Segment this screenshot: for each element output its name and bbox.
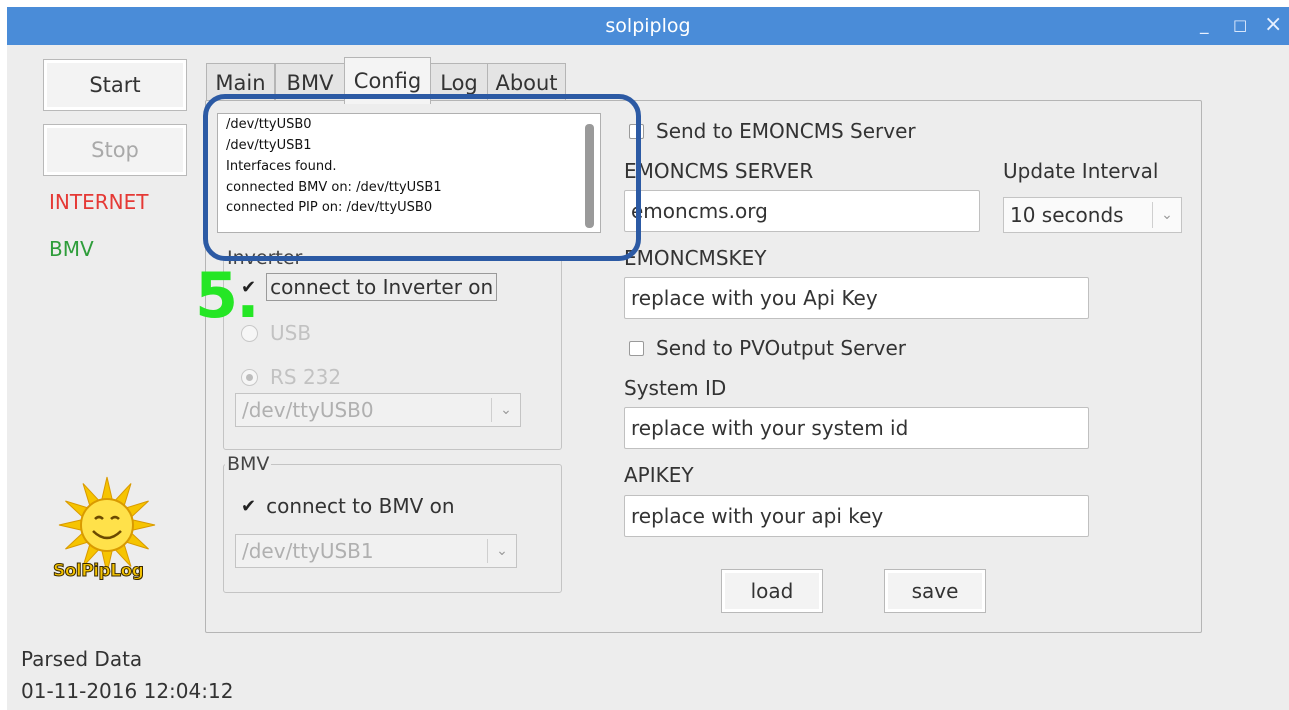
internet-status: INTERNET [49, 190, 149, 214]
log-line: Interfaces found. [226, 159, 337, 174]
chevron-down-icon: ⌄ [491, 398, 520, 422]
load-button[interactable]: load [721, 569, 823, 613]
bmv-connect-checkbox[interactable]: ✔ connect to BMV on [241, 494, 455, 518]
close-icon[interactable]: × [1264, 12, 1282, 37]
tab-bmv[interactable]: BMV [275, 63, 345, 102]
system-id-input[interactable]: replace with your system id [624, 407, 1089, 449]
bmv-port-select[interactable]: /dev/ttyUSB1 ⌄ [235, 534, 517, 568]
save-button[interactable]: save [884, 569, 986, 613]
maximize-icon[interactable]: □ [1233, 16, 1247, 34]
solpiplog-logo: SolPipLog [47, 473, 167, 593]
radio-selected-icon [241, 368, 258, 386]
bmv-group-label: BMV [225, 453, 272, 475]
log-line: connected PIP on: /dev/ttyUSB0 [226, 200, 433, 215]
emoncms-key-input[interactable]: replace with you Api Key [624, 277, 1089, 319]
log-line: /dev/ttyUSB1 [226, 138, 312, 153]
bmv-port-value: /dev/ttyUSB1 [242, 539, 374, 563]
emoncms-send-label: Send to EMONCMS Server [656, 119, 916, 143]
apikey-label: APIKEY [624, 463, 694, 487]
system-id-label: System ID [624, 376, 727, 400]
update-interval-value: 10 seconds [1010, 203, 1124, 227]
chevron-down-icon: ⌄ [487, 539, 516, 563]
checkmark-icon: ✔ [241, 495, 257, 517]
pvoutput-send-checkbox[interactable]: Send to PVOutput Server [629, 336, 906, 360]
update-interval-label: Update Interval [1003, 159, 1159, 183]
update-interval-select[interactable]: 10 seconds ⌄ [1003, 197, 1182, 233]
bmv-status: BMV [49, 237, 94, 261]
tab-log[interactable]: Log [430, 63, 488, 102]
stop-button[interactable]: Stop [43, 124, 187, 176]
checkbox-icon [629, 123, 644, 139]
emoncms-server-input[interactable]: emoncms.org [624, 190, 980, 232]
inverter-port-select[interactable]: /dev/ttyUSB0 ⌄ [235, 393, 521, 427]
checkbox-icon [629, 340, 644, 356]
log-line: connected BMV on: /dev/ttyUSB1 [226, 180, 442, 195]
timestamp: 01-11-2016 12:04:12 [21, 679, 234, 703]
logo-text: SolPipLog [52, 561, 144, 582]
tab-about[interactable]: About [487, 63, 566, 102]
emoncms-key-label: EMONCMSKEY [624, 246, 767, 270]
parsed-data-label: Parsed Data [21, 647, 143, 671]
rs232-label: RS 232 [270, 365, 342, 389]
emoncms-send-checkbox[interactable]: Send to EMONCMS Server [629, 119, 916, 143]
bmv-group [223, 464, 562, 593]
log-output[interactable]: /dev/ttyUSB0 /dev/ttyUSB1 Interfaces fou… [217, 113, 601, 233]
chevron-down-icon: ⌄ [1152, 202, 1181, 228]
log-line: /dev/ttyUSB0 [226, 117, 312, 132]
app-window: solpiplog _ □ × Start Stop INTERNET BMV [7, 7, 1289, 710]
inverter-port-value: /dev/ttyUSB0 [242, 398, 374, 422]
minimize-icon[interactable]: _ [1200, 15, 1209, 35]
rs232-radio[interactable]: RS 232 [241, 365, 341, 389]
bmv-connect-label: connect to BMV on [266, 494, 455, 518]
title-bar: solpiplog _ □ × [7, 7, 1289, 45]
log-scrollbar[interactable] [585, 124, 594, 228]
tab-config[interactable]: Config [344, 57, 431, 104]
inverter-connect-checkbox[interactable]: ✔ connect to Inverter on [241, 273, 498, 301]
start-button[interactable]: Start [43, 59, 187, 111]
emoncms-server-label: EMONCMS SERVER [624, 159, 814, 183]
inverter-connect-label: connect to Inverter on [266, 273, 498, 301]
apikey-input[interactable]: replace with your api key [624, 495, 1089, 537]
pvoutput-send-label: Send to PVOutput Server [656, 336, 906, 360]
usb-label: USB [270, 321, 312, 345]
window-title: solpiplog [605, 15, 691, 37]
tab-main[interactable]: Main [206, 63, 275, 102]
step-annotation: 5. [195, 259, 260, 332]
